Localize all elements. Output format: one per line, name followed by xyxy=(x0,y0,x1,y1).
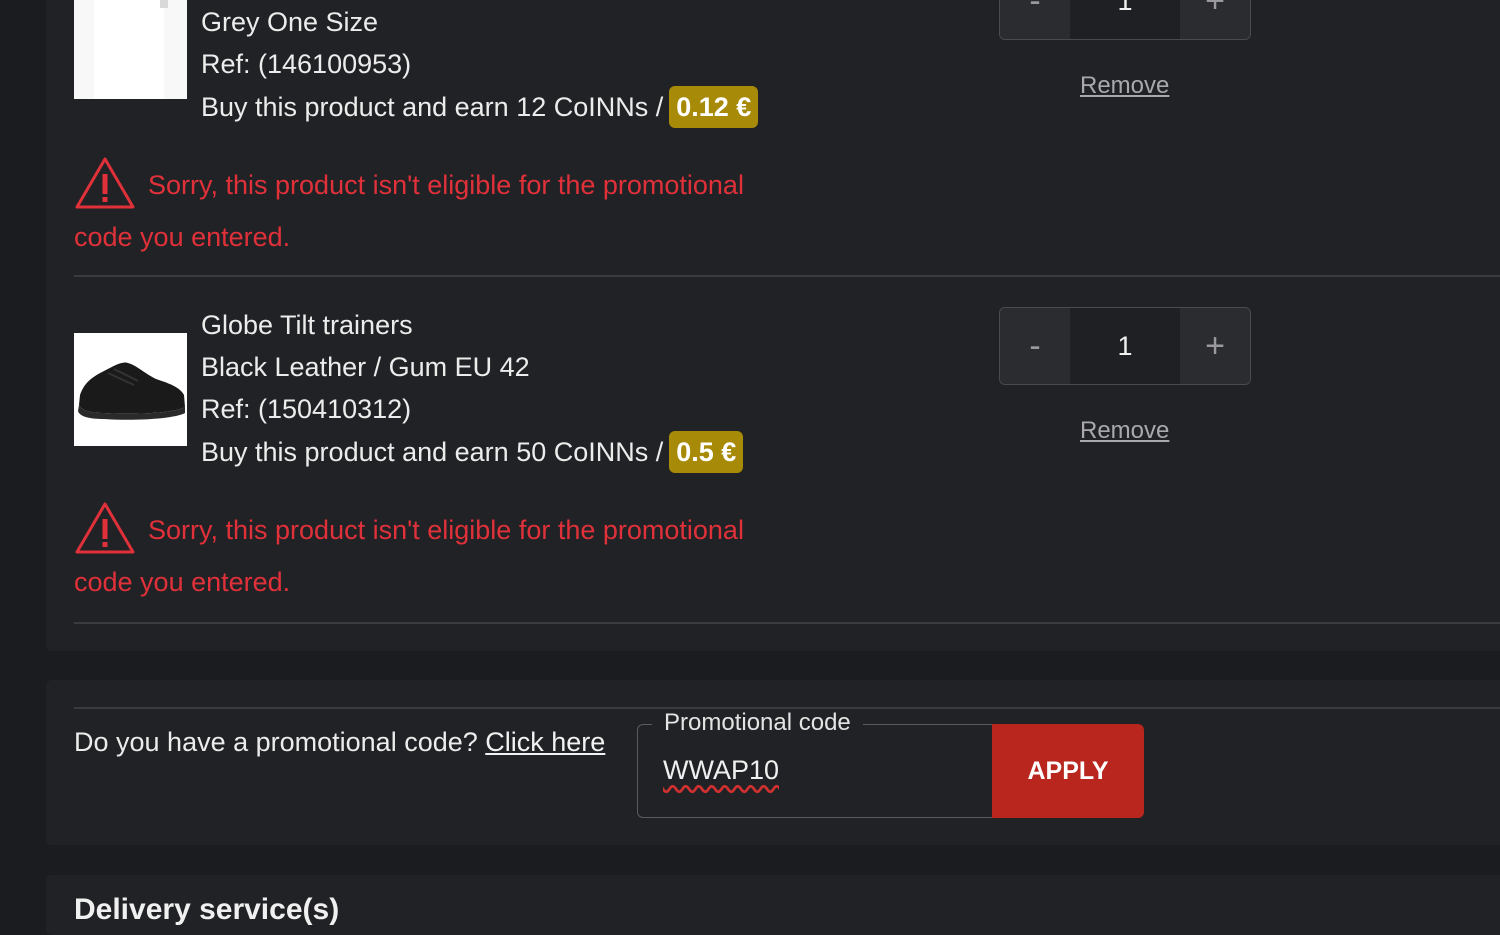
warning-icon xyxy=(75,157,135,209)
item-1-earn-line: Buy this product and earn 12 CoINNs /0.1… xyxy=(201,86,759,130)
item-2-name[interactable]: Globe Tilt trainers xyxy=(201,309,413,341)
item-1-warning-text: Sorry, this product isn't eligible for t… xyxy=(74,170,744,252)
item-2-increase-button[interactable]: + xyxy=(1180,308,1250,384)
item-2-earn-badge: 0.5 € xyxy=(669,431,744,473)
item-1-decrease-button[interactable]: - xyxy=(1000,0,1070,39)
item-2-ref: Ref: (150410312) xyxy=(201,394,412,424)
item-2-quantity-stepper: - 1 + xyxy=(999,307,1251,385)
item-1-increase-button[interactable]: + xyxy=(1180,0,1250,39)
promo-click-here-link[interactable]: Click here xyxy=(485,727,605,757)
item-2-variant: Black Leather / Gum EU 42 xyxy=(201,352,530,382)
item-1-earn-badge: 0.12 € xyxy=(669,86,759,128)
promo-code-field[interactable]: Promotional code WWAP10 xyxy=(637,709,993,818)
item-1-quantity-value[interactable]: 1 xyxy=(1070,0,1180,39)
item-2-decrease-button[interactable]: - xyxy=(1000,308,1070,384)
item-2-earn-line: Buy this product and earn 50 CoINNs /0.5… xyxy=(201,431,744,475)
promo-code-input[interactable]: WWAP10 xyxy=(663,755,779,786)
item-1-warning: Sorry, this product isn't eligible for t… xyxy=(74,157,794,261)
apply-button[interactable]: APPLY xyxy=(992,724,1144,818)
item-2-earn-text: Buy this product and earn 50 CoINNs / xyxy=(201,437,664,468)
promo-code-label: Promotional code xyxy=(652,709,863,737)
product-image-1[interactable] xyxy=(74,0,187,99)
shoe-image xyxy=(74,333,187,446)
warning-icon xyxy=(75,502,135,554)
delivery-title: Delivery service(s) xyxy=(74,893,340,926)
item-1-variant: Grey One Size xyxy=(201,7,379,37)
promo-question-text: Do you have a promotional code? xyxy=(74,727,478,757)
item-2-warning-text: Sorry, this product isn't eligible for t… xyxy=(74,515,744,597)
item-2-warning: Sorry, this product isn't eligible for t… xyxy=(74,502,794,606)
product-image-2[interactable] xyxy=(74,333,187,446)
item-2-remove-link[interactable]: Remove xyxy=(1080,417,1169,445)
item-2-quantity-value[interactable]: 1 xyxy=(1070,308,1180,384)
item-1-remove-link[interactable]: Remove xyxy=(1080,72,1169,100)
item-1-earn-text: Buy this product and earn 12 CoINNs / xyxy=(201,92,664,123)
item-divider xyxy=(74,622,1500,624)
promo-question: Do you have a promotional code? Click he… xyxy=(74,727,605,758)
item-divider xyxy=(74,275,1500,277)
item-1-ref: Ref: (146100953) xyxy=(201,49,412,79)
item-1-quantity-stepper: - 1 + xyxy=(999,0,1251,40)
